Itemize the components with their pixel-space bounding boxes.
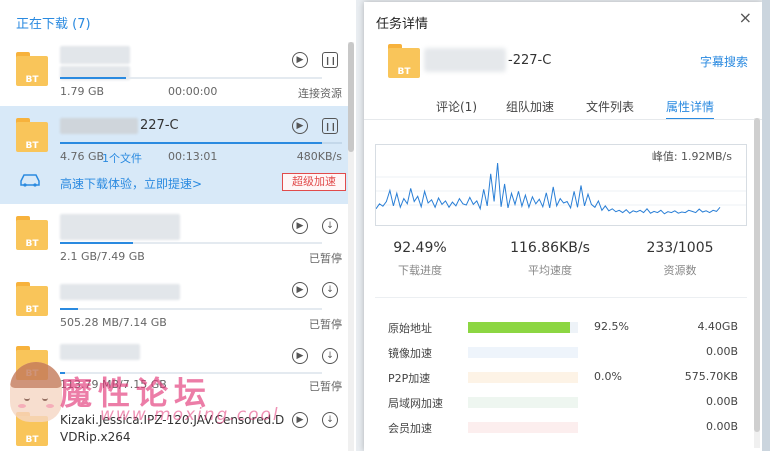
detail-scrollbar[interactable] (754, 118, 760, 448)
resume-icon[interactable]: ↓ (322, 282, 338, 298)
files-link[interactable]: 1个文件 (102, 150, 142, 166)
detail-tabs: 评论(1) 组队加速 文件列表 属性详情 (364, 98, 762, 120)
status-text: 已暂停 (309, 252, 342, 265)
pause-button[interactable]: ❙❙ (322, 118, 338, 134)
blurred-name (60, 284, 180, 300)
tabs-divider (364, 119, 762, 120)
watermark-url: www.moxing.cool (100, 405, 280, 425)
source-amount: 575.70KB (684, 370, 738, 383)
open-folder-icon[interactable]: ▶ (292, 52, 308, 68)
stat-average-speed: 116.86KB/s 平均速度 (510, 240, 590, 277)
source-percent: 0.0% (594, 370, 622, 383)
source-percent: 92.5% (594, 320, 629, 333)
size-text: 1.79 GB (60, 85, 105, 98)
stat-progress: 92.49% 下载进度 (393, 240, 447, 277)
bt-folder-icon: BT (388, 44, 420, 80)
resume-icon[interactable]: ↓ (322, 348, 338, 364)
desktop-edge (762, 0, 770, 451)
source-row: P2P加速 0.0% 575.70KB (388, 370, 740, 385)
speed-series-line (375, 162, 721, 215)
pause-button[interactable]: ❙❙ (322, 52, 338, 68)
source-label: 会员加速 (388, 422, 432, 435)
boost-promo-link[interactable]: 高速下载体验，立即提速> (60, 175, 202, 192)
progress-bar (60, 242, 322, 244)
source-bar (468, 322, 578, 333)
time-text: 00:00:00 (168, 85, 218, 98)
download-item[interactable]: BT ▶ ↓ 505.28 MB/7.14 GB 已暂停 (0, 270, 348, 336)
watermark-mascot (10, 362, 62, 422)
subtitle-search-link[interactable]: 字幕搜索 (700, 53, 748, 70)
source-amount: 4.40GB (697, 320, 738, 333)
task-detail-panel: 任务详情 × BT -227-C 字幕搜索 评论(1) 组队加速 文件列表 属性… (364, 2, 762, 451)
size-text: 505.28 MB/7.14 GB (60, 316, 167, 329)
tab-comments[interactable]: 评论(1) (436, 98, 477, 115)
open-folder-icon[interactable]: ▶ (292, 282, 308, 298)
stat-sources: 233/1005 资源数 (646, 240, 714, 277)
status-text: 连接资源 (298, 87, 342, 100)
blurred-name (60, 344, 140, 360)
download-item[interactable]: BT ▶ ↓ 2.1 GB/7.49 GB 已暂停 (0, 204, 348, 270)
blurred-name (60, 118, 138, 134)
source-row: 局域网加速 0.00B (388, 395, 740, 410)
source-bar (468, 347, 578, 358)
progress-bar (60, 142, 342, 144)
bt-folder-icon: BT (16, 216, 48, 252)
peak-speed-label: 峰值: 1.92MB/s (649, 148, 734, 164)
download-list-panel: 正在下载 (7) BT ▶ ❙❙ 1.79 GB 00:00:00 连接资源 B… (0, 0, 356, 451)
resume-icon[interactable]: ↓ (322, 218, 338, 234)
bt-folder-icon: BT (16, 282, 48, 318)
source-label: 原始地址 (388, 322, 432, 335)
blurred-name (424, 48, 506, 72)
open-folder-icon[interactable]: ▶ (292, 118, 308, 134)
source-bar (468, 372, 578, 383)
size-text: 4.76 GB (60, 150, 105, 163)
source-amount: 0.00B (705, 395, 738, 408)
close-icon[interactable]: × (739, 8, 752, 27)
blurred-name (60, 214, 180, 240)
source-row: 会员加速 0.00B (388, 420, 740, 435)
source-label: P2P加速 (388, 372, 431, 385)
car-icon (20, 174, 40, 187)
downloading-header[interactable]: 正在下载 (7) (16, 13, 91, 32)
progress-bar (60, 77, 322, 79)
download-item[interactable]: BT ▶ ❙❙ 1.79 GB 00:00:00 连接资源 (0, 40, 348, 106)
download-item-selected[interactable]: BT 227-C ▶ ❙❙ 4.76 GB 1个文件 00:13:01 480K… (0, 106, 348, 204)
left-scrollbar[interactable] (348, 42, 354, 451)
bt-folder-icon: BT (16, 118, 48, 154)
source-label: 镜像加速 (388, 347, 432, 360)
speed-chart: 峰值: 1.92MB/s (375, 144, 747, 226)
status-text: 已暂停 (309, 318, 342, 331)
source-bar (468, 397, 578, 408)
source-bar (468, 422, 578, 433)
source-amount: 0.00B (705, 345, 738, 358)
panel-title: 任务详情 (376, 17, 429, 32)
tab-team-boost[interactable]: 组队加速 (506, 98, 554, 115)
task-name: -227-C (508, 53, 552, 68)
blurred-name (60, 46, 130, 64)
open-folder-icon[interactable]: ▶ (292, 412, 308, 428)
super-boost-button[interactable]: 超级加速 (282, 173, 346, 191)
resume-icon[interactable]: ↓ (322, 412, 338, 428)
source-label: 局域网加速 (388, 397, 443, 410)
stats-divider (375, 297, 747, 298)
source-amount: 0.00B (705, 420, 738, 433)
task-detail-window: 任务详情 × BT -227-C 字幕搜索 评论(1) 组队加速 文件列表 属性… (356, 0, 770, 451)
tab-file-list[interactable]: 文件列表 (586, 98, 634, 115)
size-text: 2.1 GB/7.49 GB (60, 250, 145, 263)
open-folder-icon[interactable]: ▶ (292, 218, 308, 234)
time-text: 00:13:01 (168, 150, 218, 163)
status-text: 已暂停 (309, 380, 342, 393)
task-name: 227-C (140, 118, 179, 133)
source-row: 镜像加速 0.00B (388, 345, 740, 360)
progress-bar (60, 308, 322, 310)
speed-text: 480KB/s (296, 150, 342, 163)
open-folder-icon[interactable]: ▶ (292, 348, 308, 364)
tab-properties[interactable]: 属性详情 (666, 98, 715, 120)
source-row: 原始地址 92.5% 4.40GB (388, 320, 740, 335)
bt-folder-icon: BT (16, 52, 48, 88)
